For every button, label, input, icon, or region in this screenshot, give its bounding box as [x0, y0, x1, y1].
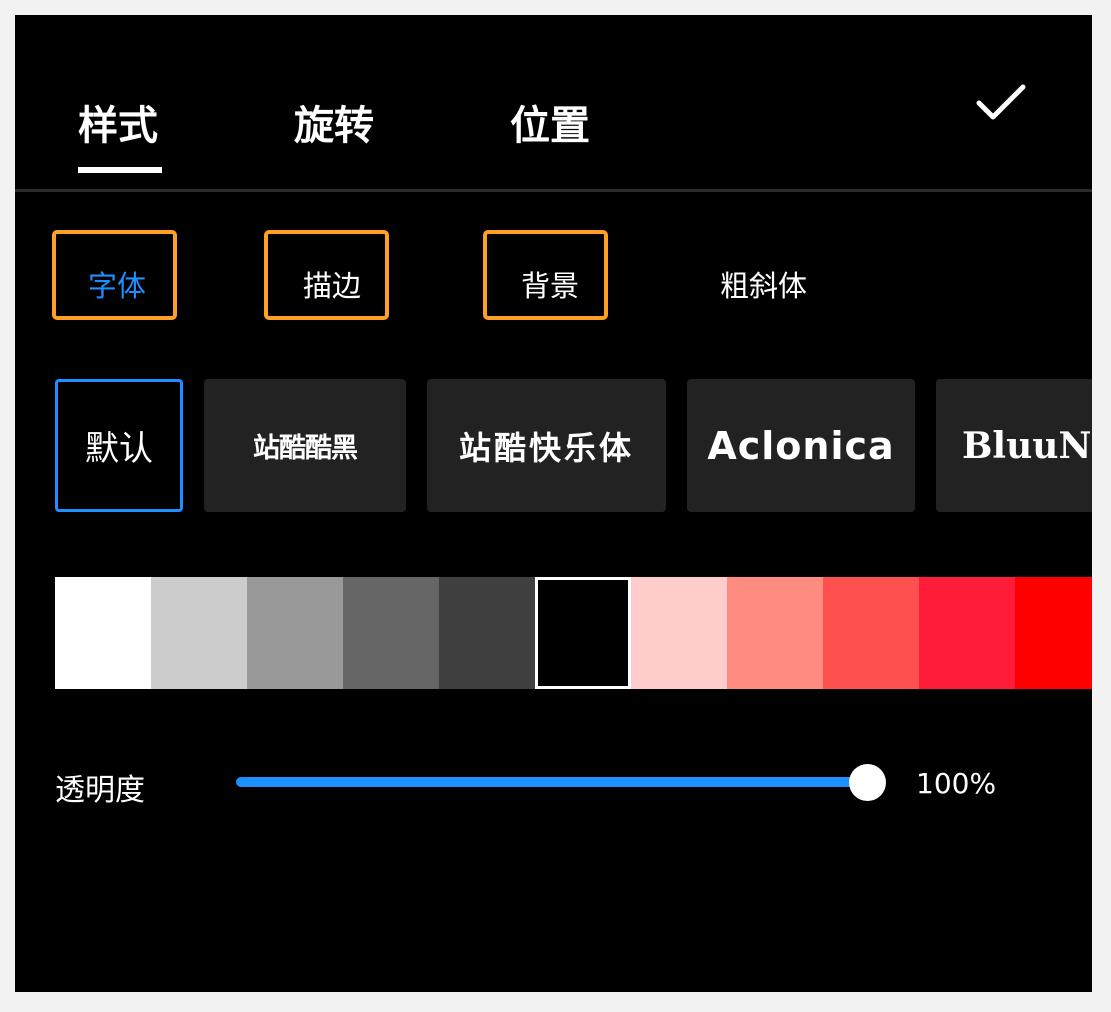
subtab-stroke[interactable]: 描边: [303, 263, 361, 305]
color-palette: [55, 577, 1092, 689]
opacity-value: 100%: [916, 767, 997, 800]
color-swatch-black[interactable]: [535, 577, 631, 689]
font-option-bluunext[interactable]: BluuNext: [936, 379, 1092, 512]
font-option-zcool-kuhei[interactable]: 站酷酷黑: [204, 379, 406, 512]
opacity-label: 透明度: [55, 773, 145, 808]
confirm-button[interactable]: [975, 81, 1029, 125]
color-swatch-light-gray[interactable]: [151, 577, 247, 689]
opacity-slider[interactable]: [236, 777, 868, 787]
color-swatch-red[interactable]: [1015, 577, 1092, 689]
color-swatch-crimson[interactable]: [919, 577, 1015, 689]
color-swatch-white[interactable]: [55, 577, 151, 689]
text-style-panel: 样式 旋转 位置 字体 描边 背景 粗斜体 默认 站酷酷黑 站酷快乐体 Aclo…: [15, 15, 1092, 992]
subtab-bold-italic[interactable]: 粗斜体: [720, 263, 807, 305]
font-option-default[interactable]: 默认: [55, 379, 183, 512]
color-swatch-pale-pink[interactable]: [631, 577, 727, 689]
font-option-aclonica[interactable]: Aclonica: [687, 379, 915, 512]
color-swatch-dark-gray[interactable]: [343, 577, 439, 689]
checkmark-icon: [976, 84, 1026, 120]
active-tab-indicator: [78, 167, 162, 173]
color-swatch-salmon[interactable]: [727, 577, 823, 689]
color-swatch-coral[interactable]: [823, 577, 919, 689]
tab-style[interactable]: 样式: [78, 93, 158, 151]
font-option-zcool-kuaile[interactable]: 站酷快乐体: [427, 379, 666, 512]
subtab-font[interactable]: 字体: [88, 263, 146, 305]
color-swatch-gray[interactable]: [247, 577, 343, 689]
tab-rotate[interactable]: 旋转: [294, 93, 374, 151]
opacity-slider-handle[interactable]: [849, 764, 886, 801]
tab-position[interactable]: 位置: [510, 93, 590, 151]
header-divider: [15, 189, 1092, 192]
subtab-background[interactable]: 背景: [521, 263, 579, 305]
color-swatch-charcoal[interactable]: [439, 577, 535, 689]
